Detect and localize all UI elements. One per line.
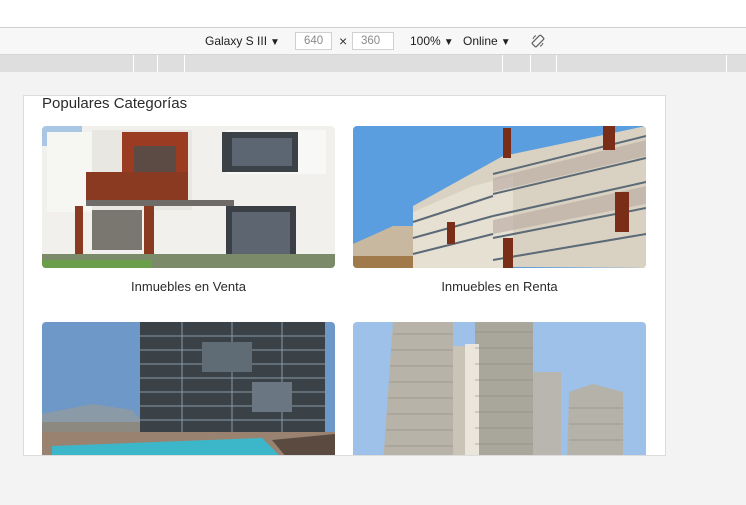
times-icon: × [339,33,348,49]
network-throttle-select[interactable]: Online ▼ [463,33,511,51]
category-card-venta[interactable]: Inmuebles en Venta [42,126,335,295]
chevron-down-icon: ▼ [270,37,280,48]
category-card-renta[interactable]: Inmuebles en Renta [353,126,646,295]
media-query-bar[interactable] [0,55,746,72]
category-card-4[interactable] [353,322,646,455]
card-label[interactable]: Inmuebles en Venta [42,279,335,295]
zoom-value: 100% [410,34,441,48]
media-query-divider [157,55,158,72]
media-query-divider [502,55,503,72]
section-title: Populares Categorías [42,95,188,112]
media-query-divider [726,55,727,72]
zoom-select[interactable]: 100% ▼ [410,33,454,51]
media-query-divider [133,55,134,72]
rotate-icon[interactable] [531,34,545,48]
house-photo [42,126,335,268]
browser-top-bar [0,0,746,28]
chevron-down-icon: ▼ [500,37,511,48]
skyscrapers-photo [353,322,646,455]
device-name: Galaxy S III [205,34,268,48]
apartment-photo [353,126,646,268]
network-value: Online [463,34,498,48]
device-select[interactable]: Galaxy S III ▼ [205,33,280,51]
device-toolbar: Galaxy S III ▼ 640 × 360 100% ▼ Online ▼ [0,28,746,55]
media-query-divider [556,55,557,72]
height-input[interactable]: 360 [352,32,394,50]
tower-pool-photo [42,322,335,455]
chevron-down-icon: ▼ [443,37,454,48]
width-input[interactable]: 640 [295,32,332,50]
category-card-3[interactable] [42,322,335,455]
device-viewport[interactable]: Populares Categorías Inmuebles en Venta [23,95,666,456]
media-query-divider [184,55,185,72]
media-query-divider [530,55,531,72]
card-label[interactable]: Inmuebles en Renta [353,279,646,295]
